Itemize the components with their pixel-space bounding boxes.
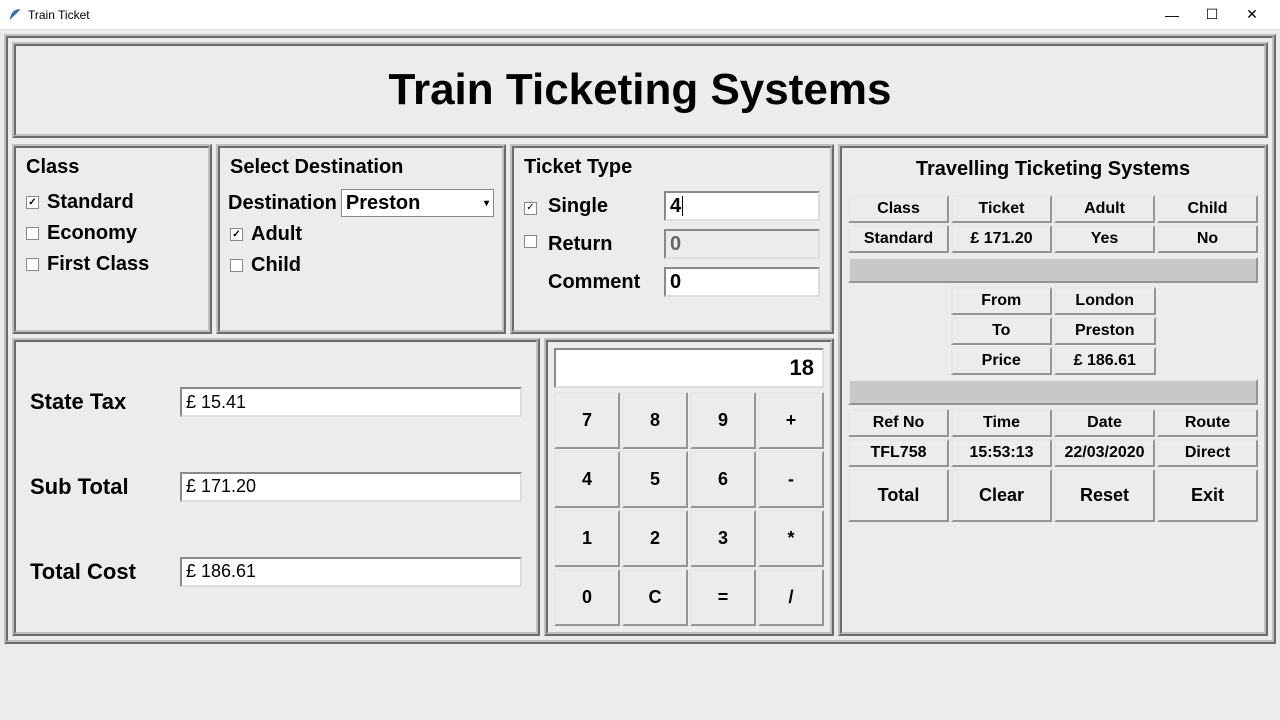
calc-key-4[interactable]: 4 xyxy=(554,451,620,508)
receipt-title: Travelling Ticketing Systems xyxy=(848,154,1258,195)
from-label: From xyxy=(951,287,1053,315)
label: First Class xyxy=(47,253,149,276)
checkbox-icon: ✓ xyxy=(26,196,39,209)
return-checkbox[interactable] xyxy=(524,235,537,248)
state-tax-value[interactable]: £ 15.41 xyxy=(180,387,522,417)
app-banner: Train Ticketing Systems xyxy=(12,42,1268,138)
calc-key-3[interactable]: 3 xyxy=(690,510,756,567)
destination-label: Destination xyxy=(228,192,337,215)
destination-title: Select Destination xyxy=(228,154,494,187)
to-label: To xyxy=(951,317,1053,345)
chevron-down-icon: ▾ xyxy=(484,198,489,209)
label: Child xyxy=(251,254,301,277)
receipt-ref-value-0: TFL758 xyxy=(848,439,949,467)
totals-panel: State Tax £ 15.41 Sub Total £ 171.20 Tot… xyxy=(12,338,540,636)
calc-key-7[interactable]: 7 xyxy=(554,392,620,449)
calc-display[interactable]: 18 xyxy=(554,348,824,388)
ticket-type-title: Ticket Type xyxy=(522,154,822,187)
class-standard-option[interactable]: ✓ Standard xyxy=(24,187,200,218)
calculator-panel: 18 789+456- 123* 0C=/ xyxy=(544,338,834,636)
sub-total-label: Sub Total xyxy=(30,474,170,500)
calc-key--[interactable]: - xyxy=(758,451,824,508)
state-tax-label: State Tax xyxy=(30,389,170,415)
single-checkbox[interactable]: ✓ xyxy=(524,202,537,215)
total-cost-value[interactable]: £ 186.61 xyxy=(180,557,522,587)
class-panel: Class ✓ Standard Economy First Class xyxy=(12,144,212,334)
checkbox-icon: ✓ xyxy=(230,228,243,241)
price-label: Price xyxy=(951,347,1053,375)
receipt-header-0: Class xyxy=(848,195,949,223)
calc-key-+[interactable]: + xyxy=(758,392,824,449)
calc-key-*[interactable]: * xyxy=(758,510,824,567)
calc-key-C[interactable]: C xyxy=(622,569,688,626)
destination-panel: Select Destination Destination Preston ▾… xyxy=(216,144,506,334)
class-economy-option[interactable]: Economy xyxy=(24,218,200,249)
calc-key-0[interactable]: 0 xyxy=(554,569,620,626)
calc-key-/[interactable]: / xyxy=(758,569,824,626)
receipt-value-3: No xyxy=(1157,225,1258,253)
child-option[interactable]: Child xyxy=(228,250,494,281)
minimize-button[interactable]: — xyxy=(1152,1,1192,29)
price-value: £ 186.61 xyxy=(1054,347,1156,375)
comment-label: Comment xyxy=(548,271,658,294)
clear-button[interactable]: Clear xyxy=(951,469,1052,522)
separator xyxy=(848,257,1258,283)
calc-key-6[interactable]: 6 xyxy=(690,451,756,508)
close-button[interactable]: ✕ xyxy=(1232,1,1272,29)
single-label: Single xyxy=(548,195,658,218)
app-icon xyxy=(8,8,22,22)
calc-key-1[interactable]: 1 xyxy=(554,510,620,567)
window-title: Train Ticket xyxy=(28,8,90,22)
adult-option[interactable]: ✓ Adult xyxy=(228,219,494,250)
label: Economy xyxy=(47,222,137,245)
label: Standard xyxy=(47,191,134,214)
calc-key-8[interactable]: 8 xyxy=(622,392,688,449)
receipt-ref-value-1: 15:53:13 xyxy=(951,439,1052,467)
reset-button[interactable]: Reset xyxy=(1054,469,1155,522)
receipt-ref-value-2: 22/03/2020 xyxy=(1054,439,1155,467)
checkbox-icon xyxy=(26,258,39,271)
receipt-header-2: Adult xyxy=(1054,195,1155,223)
from-value: London xyxy=(1054,287,1156,315)
window-titlebar: Train Ticket — ☐ ✕ xyxy=(0,0,1280,30)
to-value: Preston xyxy=(1054,317,1156,345)
comment-input[interactable]: 0 xyxy=(664,267,820,297)
label: Adult xyxy=(251,223,302,246)
exit-button[interactable]: Exit xyxy=(1157,469,1258,522)
receipt-ref-header-0: Ref No xyxy=(848,409,949,437)
destination-select[interactable]: Preston ▾ xyxy=(341,189,494,217)
total-button[interactable]: Total xyxy=(848,469,949,522)
separator xyxy=(848,379,1258,405)
checkbox-icon xyxy=(230,259,243,272)
receipt-value-2: Yes xyxy=(1054,225,1155,253)
receipt-value-1: £ 171.20 xyxy=(951,225,1052,253)
receipt-ref-header-2: Date xyxy=(1054,409,1155,437)
class-first-option[interactable]: First Class xyxy=(24,249,200,280)
destination-value: Preston xyxy=(346,192,420,215)
receipt-header-3: Child xyxy=(1157,195,1258,223)
calc-key-=[interactable]: = xyxy=(690,569,756,626)
sub-total-value[interactable]: £ 171.20 xyxy=(180,472,522,502)
class-title: Class xyxy=(24,154,200,187)
ticket-type-panel: Ticket Type ✓ Single 4 Return 0 Comment xyxy=(510,144,834,334)
return-input[interactable]: 0 xyxy=(664,229,820,259)
receipt-ref-header-1: Time xyxy=(951,409,1052,437)
receipt-ref-value-3: Direct xyxy=(1157,439,1258,467)
receipt-value-0: Standard xyxy=(848,225,949,253)
receipt-ref-header-3: Route xyxy=(1157,409,1258,437)
calc-key-2[interactable]: 2 xyxy=(622,510,688,567)
return-label: Return xyxy=(548,233,658,256)
app-heading: Train Ticketing Systems xyxy=(389,65,892,115)
total-cost-label: Total Cost xyxy=(30,559,170,585)
single-input[interactable]: 4 xyxy=(664,191,820,221)
calc-key-9[interactable]: 9 xyxy=(690,392,756,449)
receipt-header-1: Ticket xyxy=(951,195,1052,223)
calc-key-5[interactable]: 5 xyxy=(622,451,688,508)
checkbox-icon xyxy=(26,227,39,240)
receipt-panel: Travelling Ticketing Systems ClassTicket… xyxy=(838,144,1268,636)
maximize-button[interactable]: ☐ xyxy=(1192,1,1232,29)
